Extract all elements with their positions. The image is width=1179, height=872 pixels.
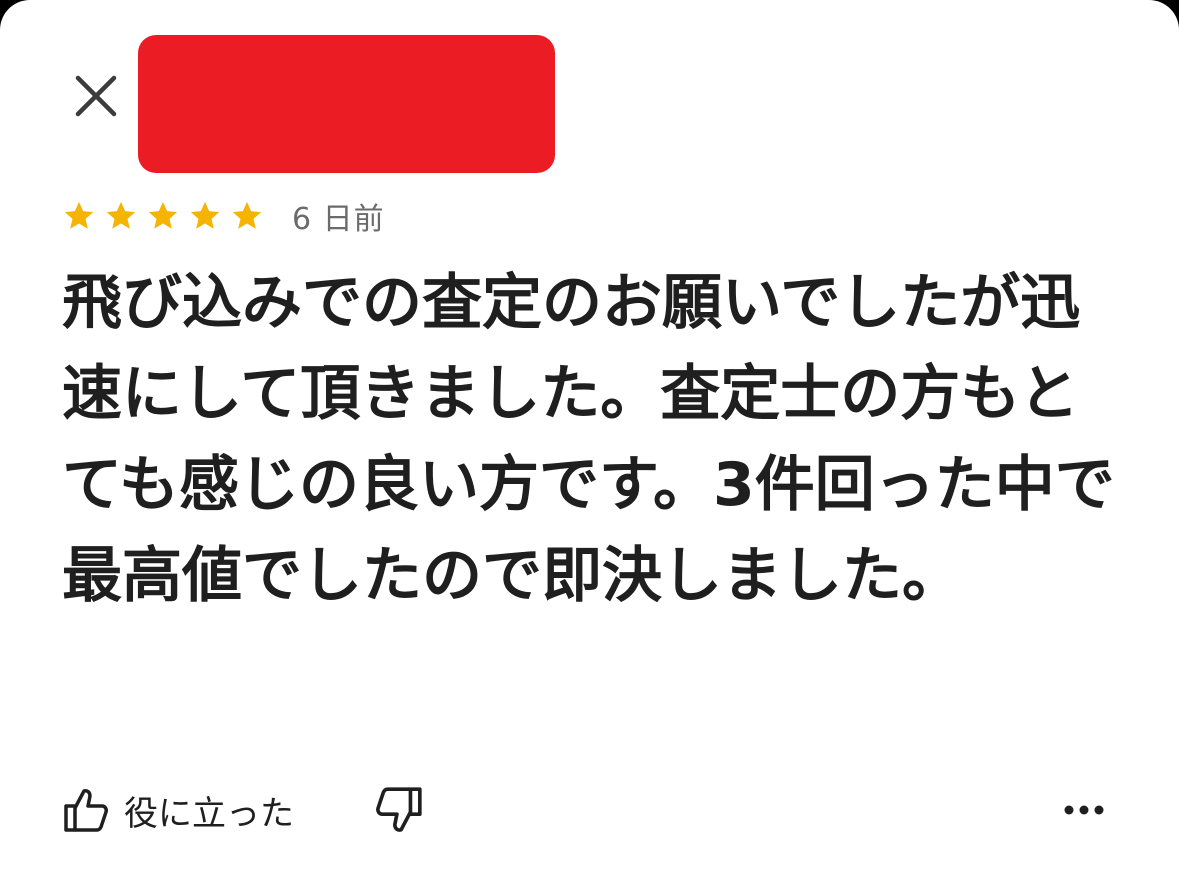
star-icon — [148, 201, 178, 229]
star-icon — [190, 201, 220, 229]
thumbs-down-icon — [376, 787, 422, 832]
review-date: 6 日前 — [292, 202, 385, 237]
review-actions: 役に立った — [62, 780, 1112, 840]
review-text: 飛び込みでの査定のお願いでしたが迅速にして頂きました。査定士の方もとても感じの良… — [62, 268, 1115, 611]
redacted-reviewer-name — [138, 35, 555, 173]
close-icon — [75, 75, 117, 117]
rating-row: 6 日前 — [62, 196, 385, 237]
star-rating — [62, 199, 272, 233]
helpful-button[interactable]: 役に立った — [62, 786, 294, 835]
star-icon — [64, 201, 94, 229]
star-icon — [106, 201, 136, 229]
star-icon — [232, 201, 262, 229]
review-card: 6 日前 飛び込みでの査定のお願いでしたが迅速にして頂きました。査定士の方もとて… — [0, 0, 1179, 872]
thumbs-up-icon — [64, 789, 108, 832]
more-horizontal-icon — [1064, 805, 1104, 815]
close-button[interactable] — [66, 66, 126, 126]
not-helpful-button[interactable] — [374, 785, 424, 835]
helpful-label: 役に立った — [124, 793, 294, 834]
more-options-button[interactable] — [1056, 788, 1112, 832]
